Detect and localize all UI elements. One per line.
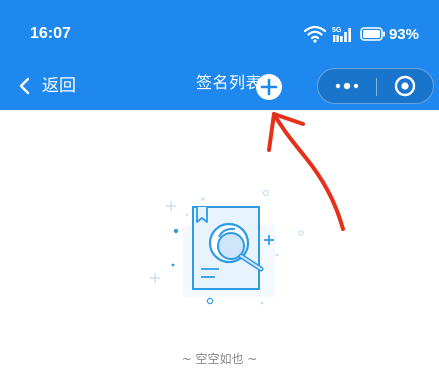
battery-percent: 93% xyxy=(388,25,419,43)
app-screen: 16:07 5G 93% 返回 签名列表 ~ 空空如也 ~ xyxy=(0,0,439,368)
cellular-signal-icon: 5G xyxy=(332,25,354,43)
status-indicators: 5G 93% xyxy=(303,23,419,45)
navigation-bar: 返回 签名列表 xyxy=(0,62,439,110)
chevron-left-icon xyxy=(19,77,30,95)
back-label: 返回 xyxy=(42,76,76,96)
back-button[interactable]: 返回 xyxy=(18,72,76,100)
empty-state-message: ~ 空空如也 ~ xyxy=(181,352,258,366)
battery-icon xyxy=(360,27,385,41)
add-signature-button[interactable] xyxy=(256,74,282,100)
status-time: 16:07 xyxy=(30,25,71,42)
battery-indicator: 93% xyxy=(360,26,419,43)
plus-icon xyxy=(260,78,278,96)
more-menu-button[interactable] xyxy=(318,69,376,103)
wifi-icon xyxy=(303,25,326,43)
target-circle-icon xyxy=(394,75,416,97)
more-dots-icon xyxy=(335,82,359,90)
mini-program-capsule xyxy=(317,68,434,104)
close-mini-program-button[interactable] xyxy=(377,69,433,103)
signal-badge: 5G xyxy=(332,27,342,34)
document-search-icon xyxy=(150,189,304,305)
status-bar: 16:07 5G 93% xyxy=(0,0,439,62)
page-title: 签名列表 xyxy=(196,73,263,92)
